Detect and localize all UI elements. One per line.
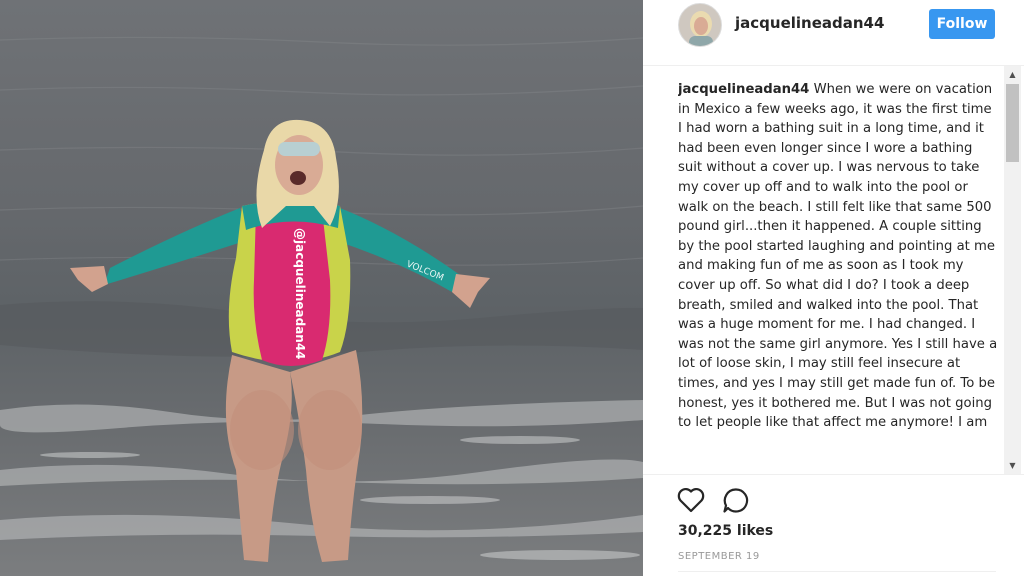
heart-icon[interactable]: [677, 487, 705, 513]
comment-icon[interactable]: [722, 487, 749, 514]
post-date[interactable]: SEPTEMBER 19: [678, 551, 760, 562]
divider: [678, 571, 996, 572]
beach-scene: @jacquelineadan44 VOLCOM: [0, 36, 643, 562]
scroll-down-icon[interactable]: ▼: [1004, 457, 1021, 474]
swimsuit-handle-text: @jacquelineadan44: [293, 228, 307, 360]
avatar[interactable]: [678, 3, 722, 47]
post-details-panel: jacquelineadan44 Follow jacquelineadan44…: [643, 0, 1024, 576]
scroll-up-icon[interactable]: ▲: [1004, 66, 1021, 83]
likes-count[interactable]: 30,225 likes: [678, 523, 773, 539]
avatar-image: [679, 4, 721, 46]
caption-username[interactable]: jacquelineadan44: [678, 82, 809, 97]
caption-scrollbar[interactable]: ▲ ▼: [1004, 66, 1021, 474]
caption: jacquelineadan44 When we were on vacatio…: [678, 80, 998, 472]
scroll-thumb[interactable]: [1006, 84, 1019, 162]
post-header: jacquelineadan44 Follow: [643, 0, 1024, 66]
post-username[interactable]: jacquelineadan44: [735, 14, 884, 32]
caption-text: When we were on vacation in Mexico a few…: [678, 82, 998, 431]
follow-button[interactable]: Follow: [929, 9, 995, 39]
post-actions: 30,225 likes SEPTEMBER 19: [643, 474, 1024, 576]
post-photo[interactable]: @jacquelineadan44 VOLCOM: [0, 0, 643, 576]
